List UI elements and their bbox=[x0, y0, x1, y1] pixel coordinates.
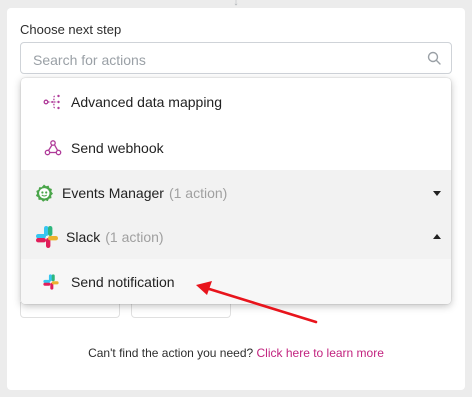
search-box[interactable] bbox=[20, 42, 452, 74]
group-label: Slack bbox=[66, 229, 101, 245]
actions-dropdown: Advanced data mapping Send webhook Event… bbox=[21, 78, 451, 304]
action-send-webhook[interactable]: Send webhook bbox=[21, 125, 451, 170]
search-icon[interactable] bbox=[427, 51, 441, 65]
choose-step-label: Choose next step bbox=[20, 22, 122, 37]
learn-more-link[interactable]: Click here to learn more bbox=[257, 346, 384, 360]
action-label: Send notification bbox=[71, 273, 175, 290]
action-label: Send webhook bbox=[71, 139, 164, 156]
hidden-button-right bbox=[131, 302, 231, 318]
slack-icon bbox=[41, 272, 61, 292]
hidden-button-left bbox=[20, 302, 120, 318]
data-mapping-icon bbox=[43, 92, 63, 112]
events-manager-icon bbox=[34, 183, 54, 203]
group-slack[interactable]: Slack (1 action) bbox=[21, 215, 451, 259]
action-send-notification[interactable]: Send notification bbox=[21, 259, 451, 304]
connector-arrow-icon: ↓ bbox=[233, 0, 239, 8]
group-events-manager[interactable]: Events Manager (1 action) bbox=[21, 170, 451, 215]
webhook-icon bbox=[43, 138, 63, 158]
chevron-up-icon[interactable] bbox=[433, 234, 441, 239]
group-count: (1 action) bbox=[168, 184, 228, 201]
footer-text: Can't find the action you need? bbox=[88, 346, 254, 360]
search-input[interactable] bbox=[31, 50, 415, 70]
action-label: Advanced data mapping bbox=[71, 93, 222, 110]
chevron-down-icon[interactable] bbox=[433, 190, 441, 196]
footer-help: Can't find the action you need? Click he… bbox=[0, 346, 472, 360]
group-label: Events Manager bbox=[62, 184, 164, 201]
slack-icon bbox=[34, 224, 60, 250]
action-advanced-data-mapping[interactable]: Advanced data mapping bbox=[21, 78, 451, 125]
group-count: (1 action) bbox=[105, 229, 164, 245]
